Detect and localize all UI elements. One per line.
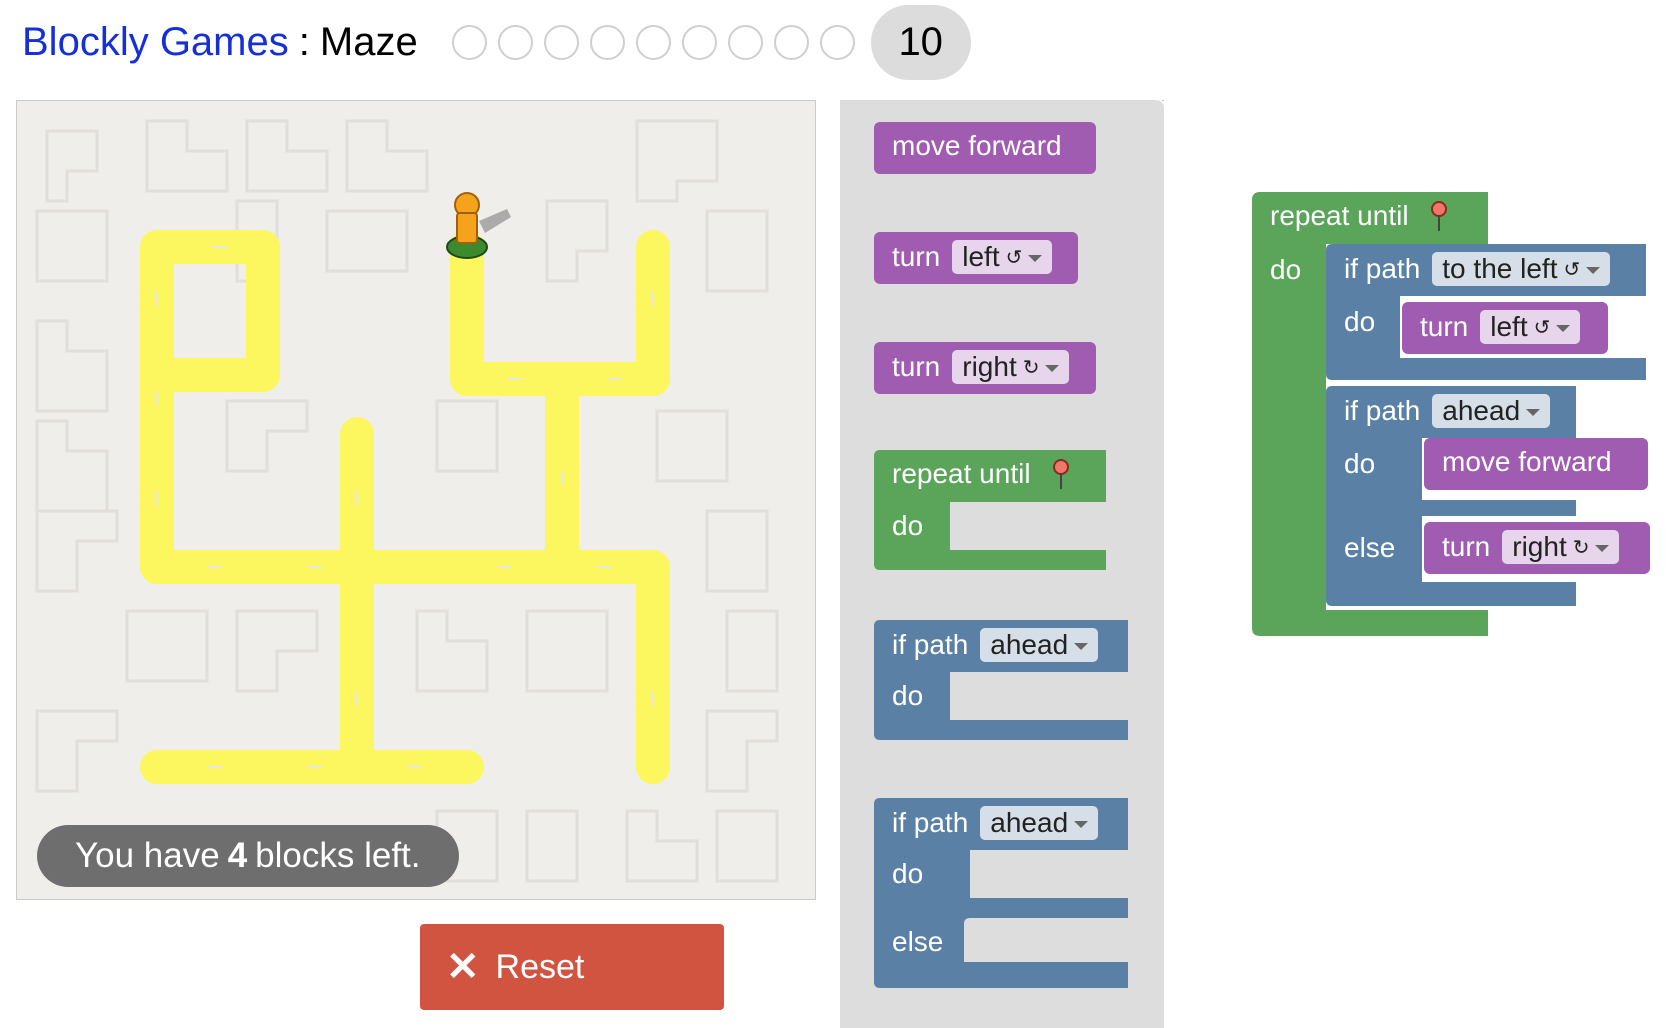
map-pin-icon [1429, 201, 1449, 231]
page-title: Maze [319, 19, 418, 64]
level-1-button[interactable] [451, 24, 487, 60]
toolbox-if-else-block[interactable]: if path ahead do else [874, 798, 1128, 988]
dropdown-value: to the left [1442, 253, 1558, 284]
chevron-down-icon [1526, 409, 1541, 416]
do-label: do [892, 858, 924, 889]
close-icon: ✕ [446, 945, 480, 989]
dropdown-value: left [1490, 311, 1528, 342]
level-9-button[interactable] [819, 24, 855, 60]
dropdown-value: ahead [990, 807, 1069, 838]
map-pin-icon [1051, 459, 1071, 489]
level-3-button[interactable] [543, 24, 579, 60]
chevron-down-icon [1028, 255, 1043, 262]
header: Blockly Games : Maze 10 [22, 4, 971, 80]
direction-dropdown[interactable]: left ↺ [952, 240, 1053, 274]
dropdown-value: ahead [990, 629, 1069, 660]
block-label: if path [1344, 253, 1421, 284]
capacity-count: 4 [227, 836, 248, 875]
capacity-suffix: blocks left. [255, 836, 421, 875]
maze-area: You have 4 blocks left. [16, 100, 816, 900]
do-label: do [1344, 448, 1376, 479]
direction-dropdown[interactable]: left ↺ [1480, 310, 1581, 344]
block-label: move forward [1442, 446, 1612, 477]
dropdown-value: left [962, 241, 1000, 272]
block-label: if path [1344, 395, 1421, 426]
reset-label: Reset [495, 947, 585, 986]
do-label: do [892, 510, 924, 541]
player-pegman-icon [446, 192, 511, 259]
block-label: turn [892, 241, 941, 272]
dropdown-value: ahead [1442, 395, 1521, 426]
toolbox-turn-right-block[interactable]: turn right ↻ [874, 342, 1096, 394]
do-label: do [1270, 254, 1302, 285]
turn-right-block[interactable]: turn right ↻ [1424, 522, 1650, 574]
rotate-right-icon: ↻ [1572, 536, 1590, 559]
level-6-button[interactable] [681, 24, 717, 60]
app-title-link[interactable]: Blockly Games [22, 20, 289, 65]
toolbox-if-path-block[interactable]: if path ahead do [874, 620, 1128, 740]
toolbox: move forward turn left ↺ turn right ↻ re… [840, 100, 1164, 1028]
else-label: else [1344, 532, 1396, 563]
block-label: turn [1420, 311, 1469, 342]
else-label: else [892, 926, 944, 957]
dropdown-value: right [1512, 531, 1567, 562]
level-7-button[interactable] [727, 24, 763, 60]
path-dropdown[interactable]: to the left ↺ [1432, 252, 1611, 286]
level-2-button[interactable] [497, 24, 533, 60]
title-separator: : [298, 19, 310, 64]
chevron-down-icon [1586, 267, 1601, 274]
blocks-left-message: You have 4 blocks left. [37, 825, 459, 887]
workspace[interactable]: repeat until do if path to the left ↺ do… [1164, 100, 1680, 1028]
direction-dropdown[interactable]: right ↻ [1502, 530, 1620, 564]
level-4-button[interactable] [589, 24, 625, 60]
chevron-down-icon [1556, 325, 1571, 332]
toolbox-repeat-until-block[interactable]: repeat until do [874, 450, 1106, 570]
toolbox-move-forward-block[interactable]: move forward [874, 122, 1096, 174]
level-5-button[interactable] [635, 24, 671, 60]
reset-button[interactable]: ✕ Reset [420, 924, 724, 1010]
block-label: turn [1442, 531, 1491, 562]
block-label: turn [892, 351, 941, 382]
capacity-prefix: You have [75, 836, 220, 875]
path-dropdown[interactable]: ahead [1432, 394, 1551, 428]
current-level-badge[interactable]: 10 [870, 4, 971, 80]
dropdown-value: right [962, 351, 1017, 382]
rotate-left-icon: ↺ [1563, 258, 1581, 281]
chevron-down-icon [1074, 643, 1089, 650]
block-label: if path [892, 629, 969, 660]
chevron-down-icon [1045, 365, 1060, 372]
do-label: do [1344, 306, 1376, 337]
block-label: move forward [892, 130, 1062, 161]
chevron-down-icon [1074, 821, 1089, 828]
direction-dropdown[interactable]: right ↻ [952, 350, 1070, 384]
block-label: repeat until [1270, 200, 1409, 231]
level-selector: 10 [451, 4, 971, 80]
path-dropdown[interactable]: ahead [980, 806, 1099, 840]
maze-path [140, 230, 670, 784]
rotate-left-icon: ↺ [1005, 246, 1023, 269]
level-8-button[interactable] [773, 24, 809, 60]
turn-left-block[interactable]: turn left ↺ [1402, 302, 1608, 354]
block-label: repeat until [892, 458, 1031, 489]
maze-svg [35, 119, 779, 883]
rotate-right-icon: ↻ [1022, 356, 1040, 379]
path-dropdown[interactable]: ahead [980, 628, 1099, 662]
do-label: do [892, 680, 924, 711]
chevron-down-icon [1595, 545, 1610, 552]
rotate-left-icon: ↺ [1533, 316, 1551, 339]
move-forward-block[interactable]: move forward [1424, 438, 1648, 490]
block-label: if path [892, 807, 969, 838]
toolbox-turn-left-block[interactable]: turn left ↺ [874, 232, 1078, 284]
